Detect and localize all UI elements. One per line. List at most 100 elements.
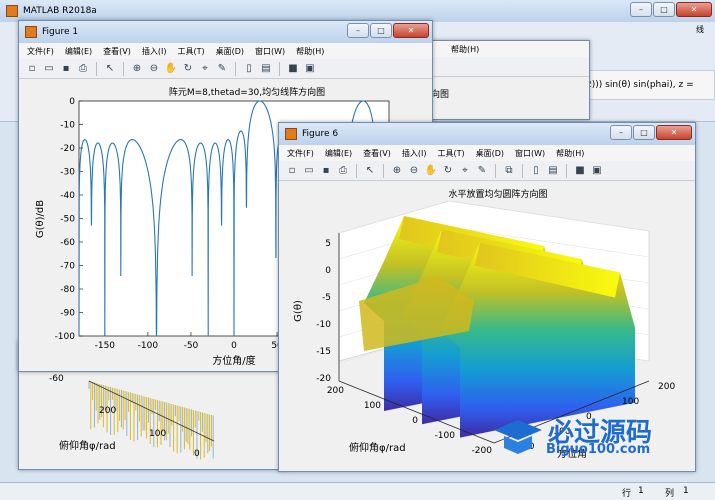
minimize-button[interactable]: – [630, 2, 652, 17]
brush-icon[interactable]: ✎ [475, 164, 489, 178]
quick-button[interactable]: 线 [685, 22, 715, 38]
row-label: 行 [622, 489, 632, 499]
menu-view[interactable]: 查看(V) [103, 46, 131, 57]
figure-6-title: Figure 6 [302, 129, 339, 139]
x-tick-label: 100 [364, 401, 381, 411]
status-bar: 行 1 列 1 [0, 482, 715, 500]
maximize-button[interactable]: □ [653, 2, 675, 17]
watermark: 必过源码 Biguo100.com [486, 412, 686, 462]
y-tick-label: -30 [60, 168, 75, 178]
rotate-icon[interactable]: ↻ [181, 62, 195, 76]
show-plot-tools-icon[interactable]: ▣ [303, 62, 317, 76]
menu-desktop[interactable]: 桌面(D) [476, 148, 504, 159]
matlab-titlebar: MATLAB R2018a – □ ✕ [0, 0, 715, 22]
y-tick-label: -60 [60, 238, 75, 248]
save-icon[interactable]: ▪ [59, 62, 73, 76]
z-tick-label: -10 [316, 320, 331, 330]
x-tick-label: -150 [95, 341, 116, 351]
z-axis-label: G(θ) [293, 300, 304, 322]
print-icon[interactable]: ⎙ [76, 62, 90, 76]
rotate-icon[interactable]: ↻ [441, 164, 455, 178]
matlab-logo-icon [6, 5, 18, 17]
menu-file[interactable]: 文件(F) [27, 46, 54, 57]
menu-window[interactable]: 窗口(W) [515, 148, 545, 159]
command-window[interactable]: /2))) sin(θ) sin(phai), z = [578, 70, 715, 100]
bg-xlabel: 俯仰角φ/rad [59, 439, 116, 452]
open-file-icon[interactable]: ▭ [42, 62, 56, 76]
y-tick-label: -90 [60, 309, 75, 319]
bg-ytick: -60 [49, 374, 64, 384]
z-tick-label: 5 [325, 239, 331, 249]
menu-desktop[interactable]: 桌面(D) [216, 46, 244, 57]
fig1-minimize-button[interactable]: – [347, 23, 369, 38]
bg-xtick-1: 200 [99, 406, 116, 416]
pointer-icon[interactable]: ↖ [103, 62, 117, 76]
pointer-icon[interactable]: ↖ [363, 164, 377, 178]
new-figure-icon[interactable]: ▫ [285, 164, 299, 178]
menu-tools[interactable]: 工具(T) [177, 46, 204, 57]
legend-icon[interactable]: ▤ [546, 164, 560, 178]
zoom-in-icon[interactable]: ⊕ [390, 164, 404, 178]
pan-icon[interactable]: ✋ [164, 62, 178, 76]
close-button[interactable]: ✕ [676, 2, 712, 17]
fig1-maximize-button[interactable]: □ [370, 23, 392, 38]
chart-title: 阵元M=8,thetad=30,均匀线阵方向图 [169, 86, 325, 98]
graduation-cap-icon [494, 420, 542, 454]
menu-window[interactable]: 窗口(W) [255, 46, 285, 57]
x-tick-label: 0 [412, 416, 418, 426]
y-tick-label: -70 [60, 262, 75, 272]
x-axis-label: 方位角/度 [212, 354, 255, 367]
fig6-maximize-button[interactable]: □ [633, 125, 655, 140]
menu-help[interactable]: 帮助(H) [556, 148, 584, 159]
y-tick-label: -100 [55, 332, 76, 342]
hide-plot-tools-icon[interactable]: ■ [286, 62, 300, 76]
col-label: 列 [665, 489, 675, 499]
colorbar-icon[interactable]: ▯ [242, 62, 256, 76]
pan-icon[interactable]: ✋ [424, 164, 438, 178]
y-tick-label: 0 [69, 97, 75, 107]
menu-tools[interactable]: 工具(T) [437, 148, 464, 159]
figure-icon [25, 26, 37, 38]
fig6-close-button[interactable]: ✕ [656, 125, 692, 140]
menu-help-bg[interactable]: 帮助(H) [451, 44, 479, 55]
row-value: 1 [638, 486, 644, 496]
x-tick-label: 0 [231, 341, 237, 351]
y-axis-label: G(θ)/dB [35, 200, 46, 238]
save-icon[interactable]: ▪ [319, 164, 333, 178]
z-tick-label: -15 [316, 347, 331, 357]
data-cursor-icon[interactable]: ⌖ [458, 164, 472, 178]
zoom-in-icon[interactable]: ⊕ [130, 62, 144, 76]
menu-edit[interactable]: 编辑(E) [325, 148, 352, 159]
menu-insert[interactable]: 插入(I) [142, 46, 167, 57]
bg-xtick-3: 0 [194, 449, 200, 459]
fig6-minimize-button[interactable]: – [610, 125, 632, 140]
menu-help[interactable]: 帮助(H) [296, 46, 324, 57]
print-icon[interactable]: ⎙ [336, 164, 350, 178]
hide-plot-tools-icon[interactable]: ■ [573, 164, 587, 178]
x-axis-label: 俯仰角φ/rad [349, 441, 406, 454]
colorbar-icon[interactable]: ▯ [529, 164, 543, 178]
menu-edit[interactable]: 编辑(E) [65, 46, 92, 57]
fig1-close-button[interactable]: ✕ [393, 23, 429, 38]
y-tick-label: -20 [60, 144, 75, 154]
menu-insert[interactable]: 插入(I) [402, 148, 427, 159]
new-figure-icon[interactable]: ▫ [25, 62, 39, 76]
menu-file[interactable]: 文件(F) [287, 148, 314, 159]
y-tick-label: 200 [658, 382, 675, 392]
show-plot-tools-icon[interactable]: ▣ [590, 164, 604, 178]
x-tick-label: -100 [435, 431, 456, 441]
zoom-out-icon[interactable]: ⊖ [407, 164, 421, 178]
y-tick-label: -10 [60, 121, 75, 131]
open-file-icon[interactable]: ▭ [302, 164, 316, 178]
menu-view[interactable]: 查看(V) [363, 148, 391, 159]
figure-6-menubar: 文件(F) 编辑(E) 查看(V) 插入(I) 工具(T) 桌面(D) 窗口(W… [279, 145, 695, 161]
zoom-out-icon[interactable]: ⊖ [147, 62, 161, 76]
figure-icon [285, 128, 297, 140]
chart-title: 水平放置均匀圆阵方向图 [448, 188, 547, 200]
brush-icon[interactable]: ✎ [215, 62, 229, 76]
data-cursor-icon[interactable]: ⌖ [198, 62, 212, 76]
y-tick-label: -80 [60, 285, 75, 295]
figure-1-menubar: 文件(F) 编辑(E) 查看(V) 插入(I) 工具(T) 桌面(D) 窗口(W… [19, 43, 432, 59]
link-icon[interactable]: ⧉ [502, 164, 516, 178]
legend-icon[interactable]: ▤ [259, 62, 273, 76]
